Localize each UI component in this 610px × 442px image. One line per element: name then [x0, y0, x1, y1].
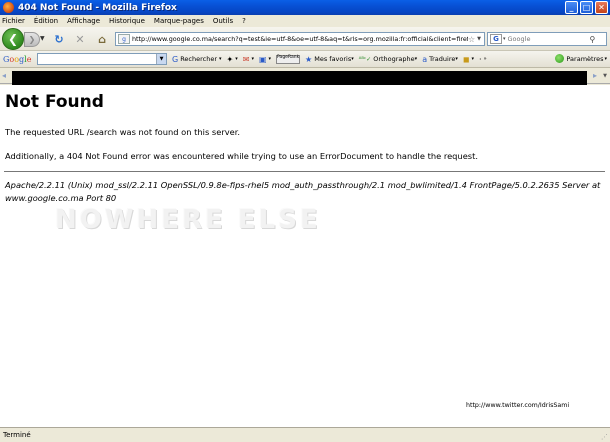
back-button[interactable]: ❮ — [2, 28, 24, 50]
translate-button[interactable]: a Traduire ▾ — [422, 55, 458, 64]
resize-grip-icon[interactable]: ⋰ — [601, 433, 608, 441]
address-dropdown-icon[interactable]: ▼ — [477, 36, 481, 42]
watermark: NOWHERE ELSE — [55, 205, 321, 235]
bookmark-star-icon[interactable]: ☆ — [468, 35, 475, 44]
address-url[interactable]: http://www.google.co.ma/search?q=test&ie… — [132, 35, 468, 43]
search-icon[interactable]: ⚲ — [590, 35, 596, 44]
extension-icon[interactable]: ◼ ▾ — [463, 55, 474, 64]
error-message: The requested URL /search was not found … — [5, 127, 241, 137]
chevron-down-icon[interactable]: ▼ — [156, 54, 166, 64]
star-icon: ★ — [305, 54, 313, 64]
google-logo[interactable]: Google — [3, 55, 35, 64]
search-engine-dropdown-icon[interactable]: ▾ — [503, 36, 506, 42]
scroll-tabs-left-icon[interactable]: ◂ — [2, 71, 6, 80]
menu-file[interactable]: Fichier — [2, 17, 25, 25]
spellcheck-icon: ᴬᴮᶜ✓ — [358, 55, 372, 63]
status-text: Terminé — [3, 431, 31, 439]
page-content: Not Found The requested URL /search was … — [0, 85, 610, 427]
page-title: Not Found — [5, 92, 104, 112]
status-bar: Terminé ⋰ — [0, 427, 610, 442]
pagerank-indicator: PageRank — [276, 54, 301, 64]
google-toolbar: Google ▼ G Rechercher ▾ ✦ ▾ ✉ ▾ ▣ ▾ PageRan… — [0, 51, 610, 68]
all-tabs-dropdown-icon[interactable]: ▼ — [603, 73, 607, 79]
toolbar-options-icon[interactable]: ✦ ▾ — [227, 55, 238, 64]
menu-bookmarks[interactable]: Marque-pages — [154, 17, 204, 25]
search-engine-icon[interactable]: G — [490, 34, 502, 44]
maximize-button[interactable]: □ — [580, 1, 593, 14]
close-button[interactable]: ✕ — [595, 1, 608, 14]
google-search-field[interactable]: ▼ — [37, 53, 167, 65]
spelling-button[interactable]: ᴬᴮᶜ✓ Orthographe ▾ — [359, 55, 417, 63]
navigation-toolbar: ❮ ❯ ▼ ↻ ✕ ⌂ g http://www.google.co.ma/se… — [0, 27, 610, 51]
menu-history[interactable]: Historique — [109, 17, 145, 25]
menu-bar: Fichier Édition Affichage Historique Mar… — [0, 15, 610, 27]
more-tools-icon[interactable]: ·» — [479, 55, 487, 64]
favorites-button[interactable]: ★ Mes favoris ▾ — [305, 55, 354, 64]
settings-button[interactable]: Paramètres ▾ — [555, 54, 607, 63]
twitter-url: http://www.twitter.com/IdrisSami — [466, 402, 570, 409]
search-input[interactable] — [507, 35, 590, 43]
title-bar: 404 Not Found - Mozilla Firefox _ □ ✕ — [0, 0, 610, 15]
bookmarks-widget-icon[interactable]: ▣ ▾ — [259, 55, 271, 64]
firefox-icon — [3, 2, 14, 13]
settings-icon — [555, 54, 565, 63]
search-box[interactable]: G ▾ ⚲ — [487, 32, 607, 46]
server-signature: Apache/2.2.11 (Unix) mod_ssl/2.2.11 Open… — [5, 180, 601, 203]
scroll-tabs-right-icon[interactable]: ▸ — [593, 71, 597, 80]
menu-view[interactable]: Affichage — [67, 17, 100, 25]
window-title: 404 Not Found - Mozilla Firefox — [18, 2, 177, 13]
history-dropdown-icon[interactable]: ▼ — [40, 35, 45, 42]
menu-help[interactable]: ? — [242, 17, 246, 25]
redacted-bar — [12, 71, 587, 85]
site-favicon-icon: g — [118, 34, 130, 44]
error-detail: Additionally, a 404 Not Found error was … — [5, 151, 479, 161]
stop-icon[interactable]: ✕ — [73, 32, 87, 46]
menu-tools[interactable]: Outils — [213, 17, 233, 25]
address-bar[interactable]: g http://www.google.co.ma/search?q=test&… — [115, 32, 485, 46]
reload-icon[interactable]: ↻ — [52, 32, 66, 46]
menu-edit[interactable]: Édition — [34, 17, 58, 25]
gmail-icon[interactable]: ✉ ▾ — [243, 55, 254, 64]
translate-icon: a — [422, 54, 428, 64]
window-controls: _ □ ✕ — [565, 1, 608, 14]
google-search-button[interactable]: G Rechercher ▾ — [172, 55, 222, 64]
forward-button[interactable]: ❯ — [24, 32, 40, 47]
divider — [4, 171, 605, 172]
minimize-button[interactable]: _ — [565, 1, 578, 14]
home-icon[interactable]: ⌂ — [95, 32, 109, 46]
google-g-icon: G — [172, 54, 179, 64]
